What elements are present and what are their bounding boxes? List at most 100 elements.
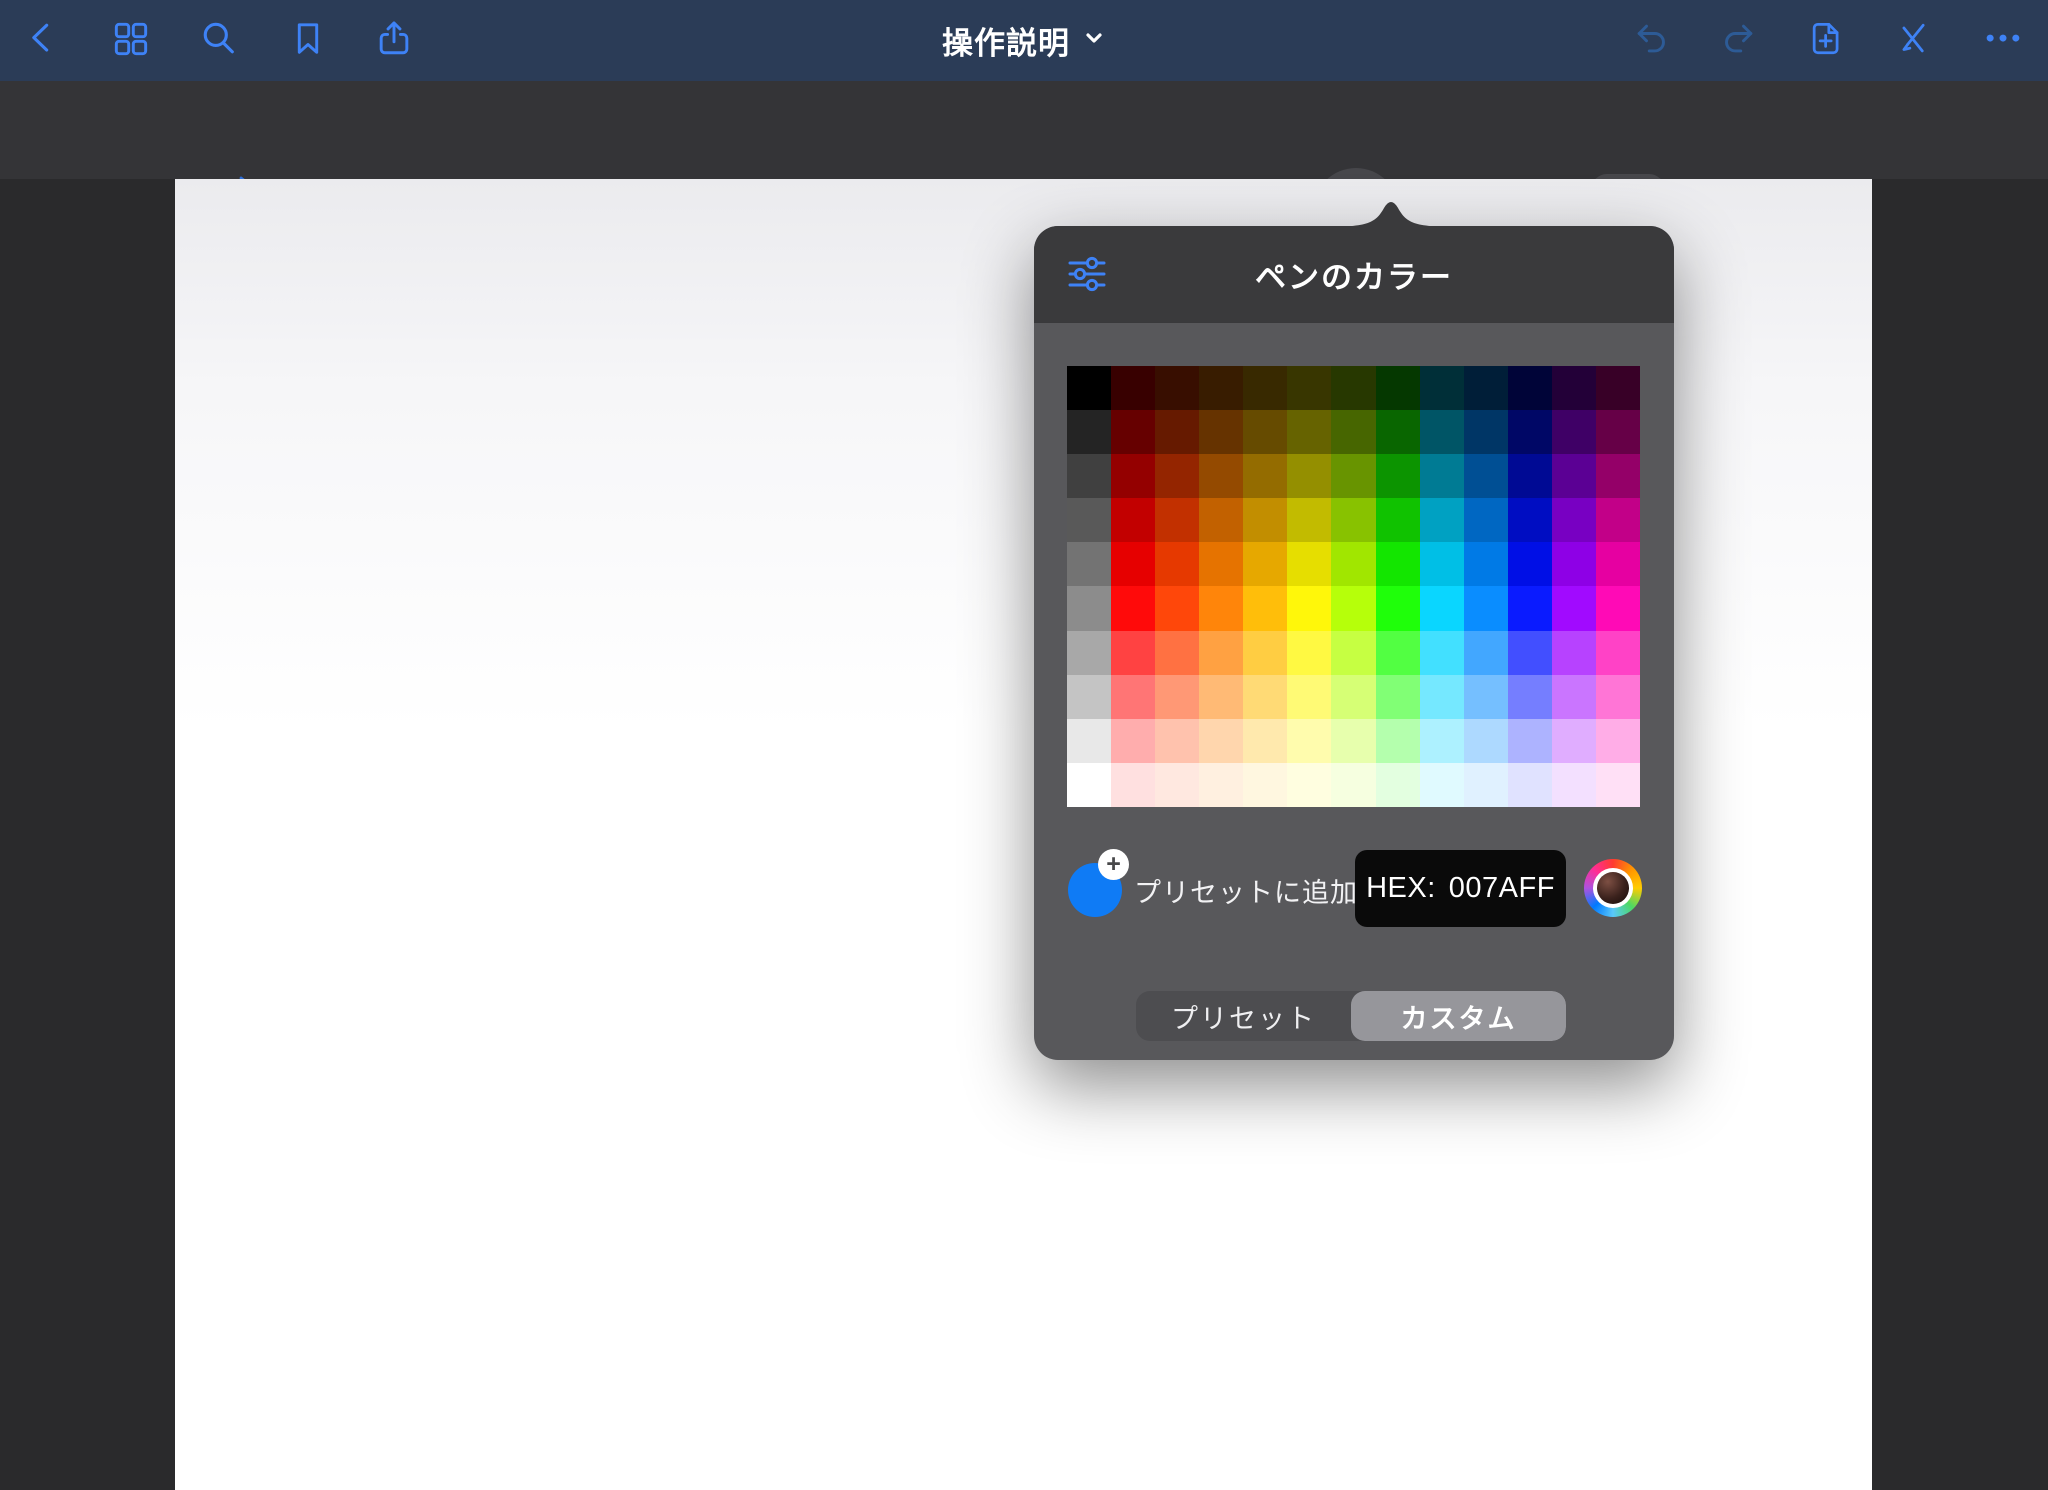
color-swatch[interactable] [1111,498,1155,542]
color-swatch[interactable] [1420,719,1464,763]
add-page-button[interactable] [1805,18,1849,62]
color-swatch[interactable] [1111,366,1155,410]
color-swatch[interactable] [1420,454,1464,498]
color-swatch[interactable] [1243,410,1287,454]
color-swatch[interactable] [1155,763,1199,807]
color-swatch[interactable] [1199,542,1243,586]
color-swatch[interactable] [1199,586,1243,630]
color-swatch[interactable] [1155,586,1199,630]
color-swatch[interactable] [1331,763,1375,807]
color-swatch[interactable] [1596,498,1640,542]
color-swatch[interactable] [1596,719,1640,763]
color-swatch[interactable] [1287,675,1331,719]
color-swatch[interactable] [1596,631,1640,675]
color-swatch[interactable] [1552,586,1596,630]
color-swatch[interactable] [1376,410,1420,454]
color-swatch[interactable] [1464,542,1508,586]
color-swatch[interactable] [1508,454,1552,498]
stylus-button[interactable] [1892,18,1936,62]
color-swatch[interactable] [1331,631,1375,675]
color-swatch[interactable] [1287,366,1331,410]
color-swatch[interactable] [1552,719,1596,763]
color-swatch[interactable] [1155,542,1199,586]
color-swatch[interactable] [1111,454,1155,498]
color-swatch[interactable] [1376,542,1420,586]
color-swatch[interactable] [1376,454,1420,498]
color-swatch[interactable] [1508,410,1552,454]
back-button[interactable] [21,18,65,62]
color-swatch[interactable] [1067,631,1111,675]
color-swatch[interactable] [1376,631,1420,675]
color-swatch[interactable] [1067,454,1111,498]
color-swatch[interactable] [1508,586,1552,630]
color-swatch[interactable] [1243,454,1287,498]
color-swatch[interactable] [1464,366,1508,410]
color-swatch[interactable] [1155,675,1199,719]
color-swatch[interactable] [1596,410,1640,454]
color-swatch[interactable] [1287,410,1331,454]
color-swatch[interactable] [1287,498,1331,542]
color-swatch[interactable] [1596,542,1640,586]
color-swatch[interactable] [1552,763,1596,807]
color-swatch[interactable] [1155,498,1199,542]
color-swatch[interactable] [1420,366,1464,410]
color-swatch[interactable] [1067,366,1111,410]
color-swatch[interactable] [1508,498,1552,542]
color-swatch[interactable] [1199,675,1243,719]
color-swatch[interactable] [1464,498,1508,542]
color-swatch[interactable] [1331,454,1375,498]
color-swatch[interactable] [1155,454,1199,498]
color-swatch[interactable] [1420,542,1464,586]
color-swatch[interactable] [1067,763,1111,807]
color-swatch[interactable] [1243,542,1287,586]
color-swatch[interactable] [1376,366,1420,410]
color-swatch[interactable] [1243,719,1287,763]
color-swatch[interactable] [1111,586,1155,630]
color-swatch[interactable] [1331,675,1375,719]
color-swatch[interactable] [1287,454,1331,498]
color-swatch[interactable] [1111,631,1155,675]
color-swatch[interactable] [1199,763,1243,807]
color-swatch[interactable] [1376,763,1420,807]
color-swatch[interactable] [1111,410,1155,454]
color-swatch[interactable] [1552,410,1596,454]
color-swatch[interactable] [1199,454,1243,498]
hex-input[interactable]: HEX: 007AFF [1355,850,1566,927]
more-button[interactable] [1981,18,2025,62]
color-swatch[interactable] [1111,763,1155,807]
share-button[interactable] [372,18,416,62]
color-swatch[interactable] [1331,719,1375,763]
color-swatch[interactable] [1067,586,1111,630]
color-swatch[interactable] [1464,586,1508,630]
color-swatch[interactable] [1243,366,1287,410]
color-swatch[interactable] [1420,763,1464,807]
color-swatch[interactable] [1552,454,1596,498]
tab-presets[interactable]: プリセット [1136,991,1351,1041]
color-swatch[interactable] [1464,454,1508,498]
color-swatch[interactable] [1596,675,1640,719]
color-swatch[interactable] [1155,631,1199,675]
color-swatch[interactable] [1420,631,1464,675]
color-swatch[interactable] [1420,410,1464,454]
document-title-menu[interactable]: 操作説明 [942,0,1106,81]
color-swatch[interactable] [1111,542,1155,586]
undo-button[interactable] [1630,18,1674,62]
tab-custom[interactable]: カスタム [1351,991,1566,1041]
color-swatch[interactable] [1243,498,1287,542]
color-swatch[interactable] [1420,498,1464,542]
color-swatch[interactable] [1243,631,1287,675]
color-swatch[interactable] [1287,586,1331,630]
color-swatch[interactable] [1067,719,1111,763]
color-swatch[interactable] [1111,719,1155,763]
color-swatch[interactable] [1287,763,1331,807]
color-swatch[interactable] [1155,366,1199,410]
color-swatch[interactable] [1067,498,1111,542]
color-swatch[interactable] [1508,542,1552,586]
color-swatch[interactable] [1243,675,1287,719]
color-swatch[interactable] [1464,719,1508,763]
color-swatch[interactable] [1508,763,1552,807]
color-swatch[interactable] [1199,410,1243,454]
thumbnails-button[interactable] [109,18,153,62]
color-swatch[interactable] [1508,631,1552,675]
color-swatch[interactable] [1552,631,1596,675]
